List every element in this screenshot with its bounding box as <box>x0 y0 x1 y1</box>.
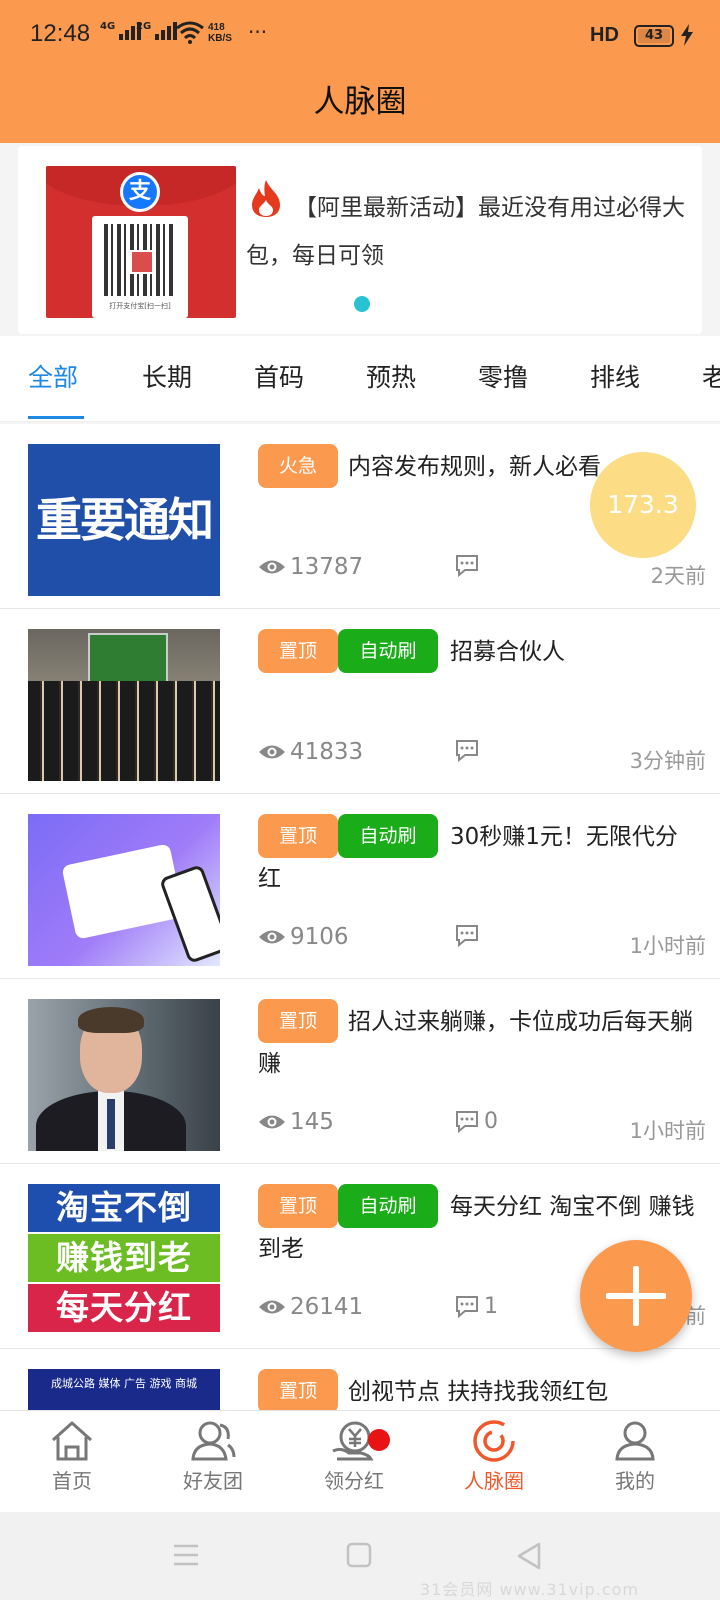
back-icon[interactable] <box>516 1542 542 1570</box>
tab-indicator <box>28 416 84 419</box>
comment-count[interactable] <box>454 554 484 578</box>
status-time: 12:48 <box>30 20 91 47</box>
signal-4g-icon: 4G <box>100 22 142 40</box>
post-time: 1小时前 <box>629 934 706 958</box>
menu-icon[interactable] <box>172 1542 200 1568</box>
qr-caption: 打开支付宝[扫一扫] <box>109 302 171 310</box>
qr-code-card: 打开支付宝[扫一扫] <box>92 216 188 318</box>
post-thumbnail[interactable] <box>28 629 220 781</box>
header: 12:48 4G 2G 418 KB/S ··· HD 43 人脉圈 <box>0 0 720 143</box>
alipay-logo-icon: 支 <box>120 172 160 212</box>
post-thumbnail[interactable] <box>28 999 220 1151</box>
eye-icon <box>259 560 285 574</box>
comment-icon <box>456 1110 478 1133</box>
view-count: 9106 <box>258 924 349 950</box>
banner-text[interactable]: 【阿里最新活动】最近没有用过必得大包，每日可领 <box>246 184 690 280</box>
nav-friends[interactable]: 好友团 <box>163 1419 263 1494</box>
comment-count[interactable]: 1 <box>454 1294 498 1319</box>
more-status-icon: ··· <box>248 20 268 44</box>
post-item[interactable]: 置顶 招人过来躺赚，卡位成功后每天躺赚 145 0 1小时前 <box>0 979 720 1164</box>
post-title[interactable]: 30秒赚1元！无限代分红 <box>258 816 698 900</box>
view-count: 26141 <box>258 1294 363 1320</box>
post-title[interactable]: 创视节点 扶持找我领红包 <box>258 1371 698 1410</box>
bottom-nav: 首页 好友团 领分红 人脉圈 我的 <box>0 1410 720 1512</box>
view-count: 13787 <box>258 554 363 580</box>
nav-dividend[interactable]: 领分红 <box>304 1419 404 1494</box>
view-count: 145 <box>258 1109 334 1135</box>
battery-icon: 43 <box>634 25 674 47</box>
eye-icon <box>259 745 285 759</box>
post-time: 1小时前 <box>629 1119 706 1143</box>
nav-profile[interactable]: 我的 <box>585 1419 685 1494</box>
view-count: 41833 <box>258 739 363 765</box>
tab-queue[interactable]: 排线 <box>590 358 640 394</box>
tab-long-term[interactable]: 长期 <box>142 358 192 394</box>
post-item[interactable]: 成城公路 媒体 广告 游戏 商城 置顶 创视节点 扶持找我领红包 <box>0 1349 720 1410</box>
post-item[interactable]: 置顶 自动刷 招募合伙人 41833 3分钟前 <box>0 609 720 794</box>
post-thumbnail[interactable]: 淘宝不倒 赚钱到老 每天分红 <box>28 1184 220 1336</box>
comment-icon <box>456 1295 478 1318</box>
page-title: 人脉圈 <box>313 84 407 120</box>
eye-icon <box>259 1300 285 1314</box>
tab-zero-cost[interactable]: 零撸 <box>478 358 528 394</box>
wifi-icon <box>176 21 204 44</box>
post-title[interactable]: 招募合伙人 <box>258 631 698 673</box>
user-icon <box>615 1421 655 1461</box>
tab-all[interactable]: 全部 <box>28 358 78 394</box>
post-time: 2天前 <box>650 564 706 588</box>
status-bar: 12:48 4G 2G 418 KB/S ··· HD 43 <box>0 0 720 72</box>
notification-dot <box>368 1429 390 1451</box>
nav-home[interactable]: 首页 <box>22 1419 122 1494</box>
carousel-indicator <box>354 296 370 312</box>
post-thumbnail[interactable]: 成城公路 媒体 广告 游戏 商城 <box>28 1369 220 1410</box>
comment-count[interactable] <box>454 924 484 948</box>
home-square-icon[interactable] <box>346 1542 372 1568</box>
reward-timer-bubble[interactable]: 173.3 <box>590 452 696 558</box>
charging-icon <box>681 24 693 46</box>
eye-icon <box>259 930 285 944</box>
post-time: 3分钟前 <box>629 749 706 773</box>
tab-first-code[interactable]: 首码 <box>254 358 304 394</box>
comment-icon <box>456 555 478 578</box>
home-icon <box>51 1421 93 1461</box>
post-thumbnail[interactable] <box>28 814 220 966</box>
eye-icon <box>259 1115 285 1129</box>
comment-count[interactable]: 0 <box>454 1109 498 1134</box>
post-item[interactable]: 置顶 自动刷 30秒赚1元！无限代分红 9106 1小时前 <box>0 794 720 979</box>
post-title[interactable]: 招人过来躺赚，卡位成功后每天躺赚 <box>258 1001 698 1085</box>
watermark: 31会员网 www.31vip.com <box>420 1580 640 1599</box>
comment-count[interactable] <box>454 739 484 763</box>
app-screen: 12:48 4G 2G 418 KB/S ··· HD 43 人脉圈 支 打开支… <box>0 0 720 1600</box>
comment-icon <box>456 925 478 948</box>
circle-icon <box>473 1420 515 1462</box>
network-speed: 418 KB/S <box>208 22 232 44</box>
comment-icon <box>456 740 478 763</box>
hd-indicator: HD <box>590 24 619 46</box>
tab-preheat[interactable]: 预热 <box>366 358 416 394</box>
friends-icon <box>191 1421 236 1461</box>
signal-2g-icon: 2G <box>136 22 178 40</box>
add-post-button[interactable] <box>580 1240 692 1352</box>
banner-image[interactable]: 支 打开支付宝[扫一扫] <box>46 166 236 318</box>
category-tabs: 全部 长期 首码 预热 零撸 排线 老 <box>0 336 720 422</box>
promo-banner[interactable]: 支 打开支付宝[扫一扫] 【阿里最新活动】最近没有用过必得大包，每日可领 <box>18 146 702 334</box>
qr-code-icon <box>104 224 176 296</box>
nav-network-circle[interactable]: 人脉圈 <box>444 1419 544 1494</box>
post-thumbnail[interactable]: 重要通知 <box>28 444 220 596</box>
tab-old[interactable]: 老 <box>702 358 720 394</box>
